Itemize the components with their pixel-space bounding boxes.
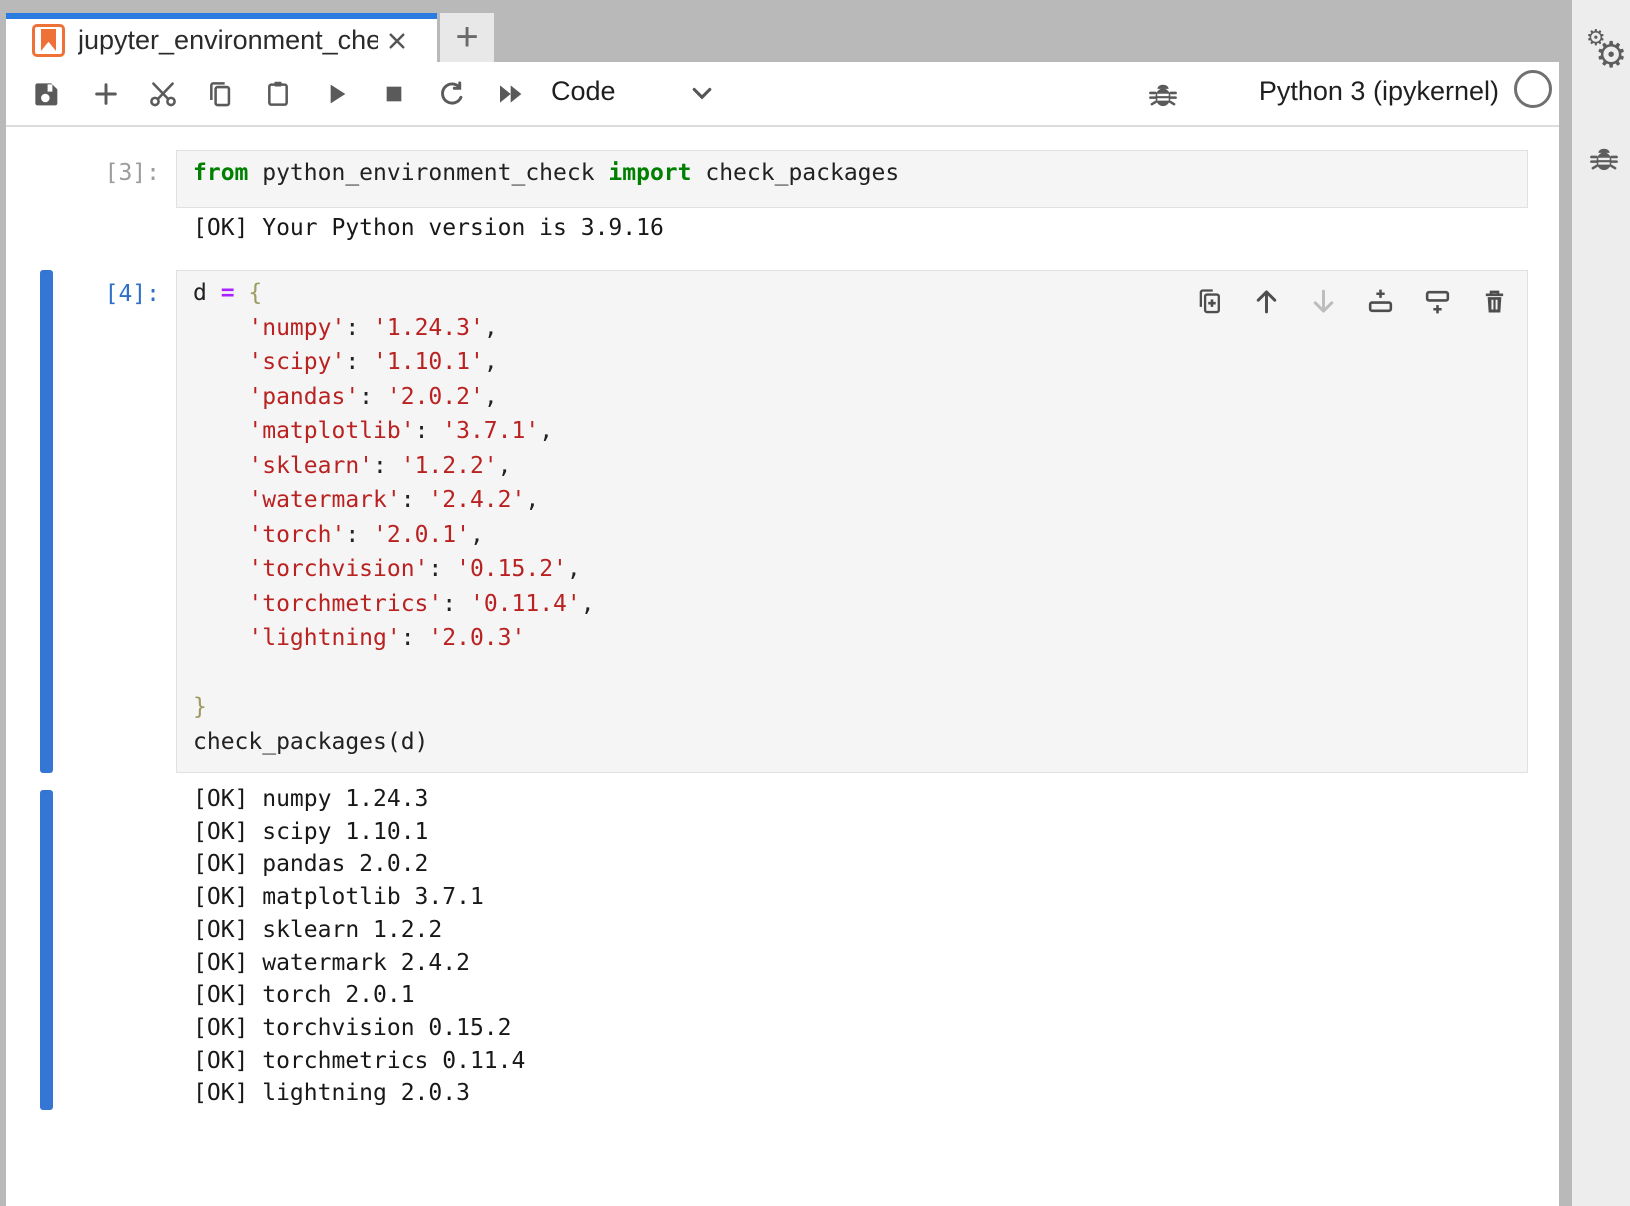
- kernel-name[interactable]: Python 3 (ipykernel): [1186, 76, 1499, 107]
- paste-cells-icon[interactable]: [255, 71, 301, 117]
- delete-cell-icon[interactable]: [1474, 281, 1514, 321]
- close-icon[interactable]: [380, 24, 414, 58]
- run-all-cells-icon[interactable]: [487, 71, 533, 117]
- sidebar-divider[interactable]: [1559, 0, 1572, 1206]
- cell-output-text: [OK] numpy 1.24.3[OK] scipy 1.10.1[OK] p…: [193, 783, 525, 1110]
- insert-cell-above-icon[interactable]: [1360, 281, 1400, 321]
- save-icon[interactable]: [23, 71, 69, 117]
- cell-type-dropdown[interactable]: Code: [551, 76, 616, 107]
- jupyterlab-window: jupyter_environment_check +: [0, 0, 1630, 1206]
- move-cell-down-icon[interactable]: [1303, 281, 1343, 321]
- new-launcher-button[interactable]: +: [440, 13, 494, 62]
- add-cell-icon[interactable]: [83, 71, 129, 117]
- tab-title: jupyter_environment_check: [78, 25, 378, 56]
- interrupt-kernel-icon[interactable]: [371, 71, 417, 117]
- code-cell-input[interactable]: from python_environment_check import che…: [176, 150, 1528, 208]
- code-editor: d = { 'numpy': '1.24.3', 'scipy': '1.10.…: [177, 271, 1527, 759]
- output-collapser[interactable]: [40, 790, 53, 1110]
- notebook-icon: [32, 24, 65, 57]
- code-cell-input[interactable]: d = { 'numpy': '1.24.3', 'scipy': '1.10.…: [176, 270, 1528, 773]
- insert-cell-below-icon[interactable]: [1417, 281, 1457, 321]
- debugger-bug-icon[interactable]: [1584, 138, 1624, 178]
- duplicate-cell-icon[interactable]: [1189, 281, 1229, 321]
- cut-cells-icon[interactable]: [140, 71, 186, 117]
- notebook-tab[interactable]: jupyter_environment_check: [6, 13, 437, 62]
- right-sidebar: ⚙⚙: [1572, 0, 1630, 1206]
- chevron-down-icon[interactable]: [684, 75, 720, 111]
- move-cell-up-icon[interactable]: [1246, 281, 1286, 321]
- copy-cells-icon[interactable]: [197, 71, 243, 117]
- input-prompt: [4]:: [40, 277, 160, 311]
- notebook-toolbar: Code Python 3 (ipykernel): [6, 62, 1559, 127]
- code-editor: from python_environment_check import che…: [177, 151, 1527, 191]
- run-cell-icon[interactable]: [313, 71, 359, 117]
- input-prompt: [3]:: [40, 156, 160, 190]
- property-inspector-gears-icon[interactable]: ⚙⚙: [1586, 30, 1626, 74]
- left-panel-divider: [0, 0, 6, 1206]
- kernel-status-indicator: [1514, 70, 1552, 108]
- debugger-bug-icon[interactable]: [1140, 71, 1186, 117]
- restart-kernel-icon[interactable]: [429, 71, 475, 117]
- input-collapser[interactable]: [40, 270, 53, 773]
- cell-output-text: [OK] Your Python version is 3.9.16: [193, 211, 664, 245]
- dock-tab-bar: jupyter_environment_check +: [6, 0, 1559, 62]
